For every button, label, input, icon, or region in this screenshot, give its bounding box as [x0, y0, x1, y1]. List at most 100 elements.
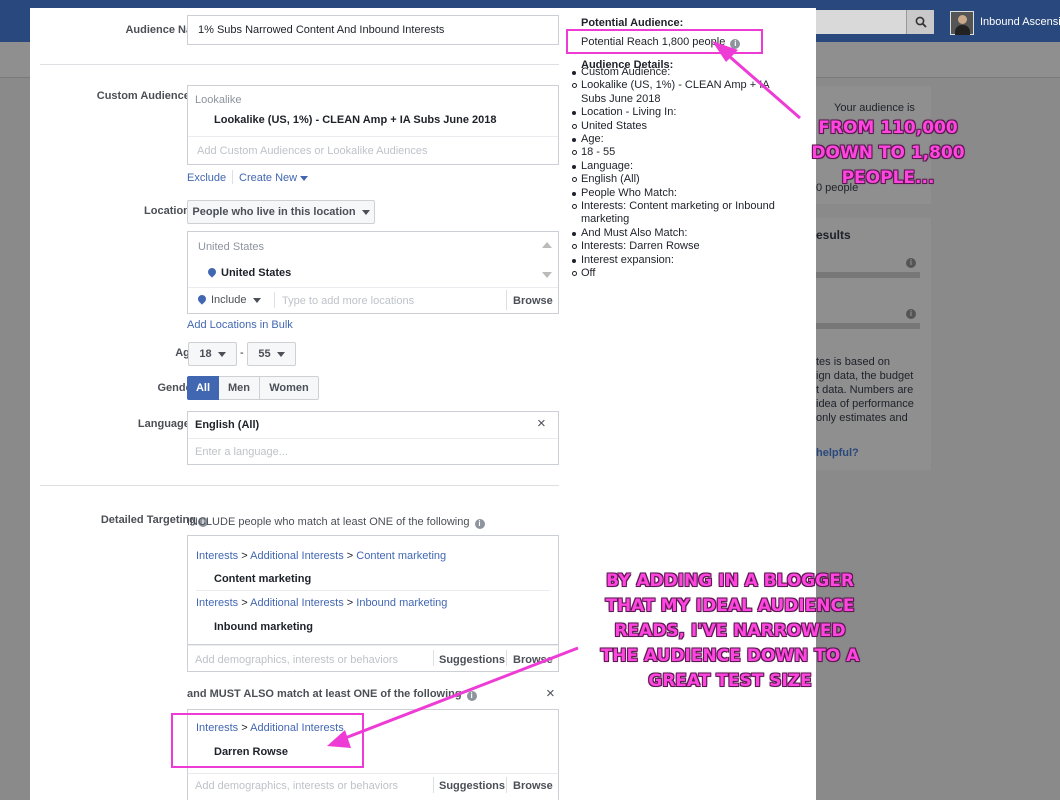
section-divider: [40, 485, 559, 486]
info-icon: i: [466, 691, 477, 701]
divider: [274, 292, 275, 308]
chevron-down-icon: [217, 351, 226, 357]
info-icon: i: [906, 309, 916, 319]
audience-name-label: Audience Name: [125, 24, 208, 36]
interest-item[interactable]: Content marketing: [214, 573, 311, 585]
breadcrumb: Interests > Additional Interests > Conte…: [196, 550, 447, 562]
gender-label: Genderi: [60, 381, 208, 395]
age-max-value: 55: [258, 348, 271, 360]
close-icon[interactable]: ×: [546, 685, 555, 702]
age-separator: -: [240, 347, 244, 359]
browse-button[interactable]: Browse: [513, 654, 553, 666]
languages-label: Languagesi: [60, 417, 208, 431]
search-button[interactable]: [906, 10, 934, 34]
divider: [196, 590, 550, 591]
info-icon: i: [906, 258, 916, 268]
audience-detail-item: English (All): [572, 173, 792, 186]
lookalike-item[interactable]: Lookalike (US, 1%) - CLEAN Amp + IA Subs…: [214, 114, 497, 126]
gender-women-button[interactable]: Women: [260, 376, 319, 400]
divider: [232, 170, 233, 184]
include-search-row: Add demographics, interests or behaviors…: [187, 645, 559, 672]
audience-detail-item: People Who Match:: [572, 187, 792, 200]
results-bar: [816, 272, 920, 278]
include-instruction: INCLUDE people who match at least ONE of…: [187, 516, 485, 529]
chevron-down-icon: [276, 351, 285, 357]
potential-audience-heading: Potential Audience:: [581, 17, 684, 29]
location-group-header: United States: [198, 241, 265, 253]
highlight-box-reach: [566, 29, 763, 54]
create-new-link[interactable]: Create New: [239, 172, 309, 184]
custom-audiences-input[interactable]: Add Custom Audiences or Lookalike Audien…: [197, 145, 428, 157]
interest-item[interactable]: Inbound marketing: [214, 621, 313, 633]
disclaimer-line: idea of performance: [816, 398, 914, 410]
location-type-dropdown[interactable]: People who live in this location: [187, 200, 375, 224]
scroll-up-icon[interactable]: [542, 242, 552, 248]
add-locations-bulk-link[interactable]: Add Locations in Bulk: [187, 319, 293, 331]
disclaimer-line: ign data, the budget: [816, 370, 914, 382]
language-item: English (All): [195, 419, 260, 431]
audience-name-input[interactable]: 1% Subs Narrowed Content And Inbound Int…: [187, 15, 559, 45]
must-also-instruction: and MUST ALSO match at least ONE of the …: [187, 688, 477, 701]
divider: [506, 777, 507, 793]
exclude-link[interactable]: Exclude: [187, 172, 226, 184]
include-select[interactable]: Include: [196, 293, 261, 306]
age-max-select[interactable]: 55: [247, 342, 296, 366]
audience-detail-item: Age:: [572, 133, 792, 146]
audience-detail-item: Language:: [572, 160, 792, 173]
browse-button[interactable]: Browse: [513, 295, 553, 307]
divider: [188, 287, 558, 288]
chevron-down-icon: [361, 209, 370, 215]
location-pin-icon: [206, 266, 218, 278]
audience-size-text: Your audience is: [834, 102, 915, 114]
annotation-bottom: BY ADDING IN A BLOGGER THAT MY IDEAL AUD…: [600, 571, 860, 691]
estimated-results-panel: [816, 218, 931, 470]
close-icon[interactable]: ×: [537, 415, 546, 432]
audience-detail-item: And Must Also Match:: [572, 227, 792, 240]
audience-detail-item: Off: [572, 267, 792, 280]
breadcrumb: Interests > Additional Interests > Inbou…: [196, 597, 448, 609]
gender-all-button[interactable]: All: [187, 376, 219, 400]
location-item[interactable]: United States: [206, 266, 291, 279]
scroll-down-icon[interactable]: [542, 272, 552, 278]
audience-detail-item: United States: [572, 120, 792, 133]
lookalike-group-header: Lookalike: [195, 94, 242, 106]
suggestions-button[interactable]: Suggestions: [439, 780, 505, 792]
divider: [506, 290, 507, 310]
targeting-search-input[interactable]: Add demographics, interests or behaviors: [195, 654, 398, 666]
targeting-search-input[interactable]: Add demographics, interests or behaviors: [195, 780, 398, 792]
chevron-down-icon: [300, 176, 309, 181]
search-icon: [915, 16, 927, 28]
audience-detail-item: Interests: Content marketing or Inbound …: [572, 200, 792, 227]
divider: [433, 777, 434, 793]
location-pin-icon: [196, 293, 208, 305]
custom-audiences-box[interactable]: Lookalike Lookalike (US, 1%) - CLEAN Amp…: [187, 85, 559, 165]
helpful-link[interactable]: helpful?: [816, 446, 859, 460]
languages-box[interactable]: English (All) × Enter a language...: [187, 411, 559, 465]
language-input[interactable]: Enter a language...: [195, 446, 288, 458]
age-label: Agei: [60, 346, 208, 360]
custom-audiences-label: Custom Audiencesi: [60, 89, 208, 103]
divider: [506, 650, 507, 666]
location-search-input[interactable]: Type to add more locations: [282, 295, 414, 307]
location-type-label: People who live in this location: [192, 206, 356, 218]
must-also-search-row: Add demographics, interests or behaviors…: [187, 773, 559, 800]
avatar[interactable]: [950, 11, 974, 35]
audience-detail-item: Lookalike (US, 1%) - CLEAN Amp + IA Subs…: [572, 79, 792, 106]
age-min-select[interactable]: 18: [188, 342, 237, 366]
divider: [188, 438, 558, 439]
divider: [433, 650, 434, 666]
audience-detail-item: Custom Audience:: [572, 66, 792, 79]
audience-detail-item: Interests: Darren Rowse: [572, 240, 792, 253]
locations-box[interactable]: United States United States Include Type…: [187, 231, 559, 314]
gender-men-button[interactable]: Men: [219, 376, 260, 400]
audience-detail-item: Interest expansion:: [572, 254, 792, 267]
disclaimer-line: t data. Numbers are: [816, 384, 914, 396]
divider: [188, 136, 558, 137]
browse-button[interactable]: Browse: [513, 780, 553, 792]
audience-detail-item: Location - Living In:: [572, 106, 792, 119]
profile-name[interactable]: Inbound Ascension: [980, 16, 1060, 28]
audience-details-list: Custom Audience: Lookalike (US, 1%) - CLE…: [572, 66, 792, 281]
include-targeting-box[interactable]: Interests > Additional Interests > Conte…: [187, 535, 559, 645]
disclaimer-line: only estimates and: [816, 412, 908, 424]
suggestions-button[interactable]: Suggestions: [439, 654, 505, 666]
